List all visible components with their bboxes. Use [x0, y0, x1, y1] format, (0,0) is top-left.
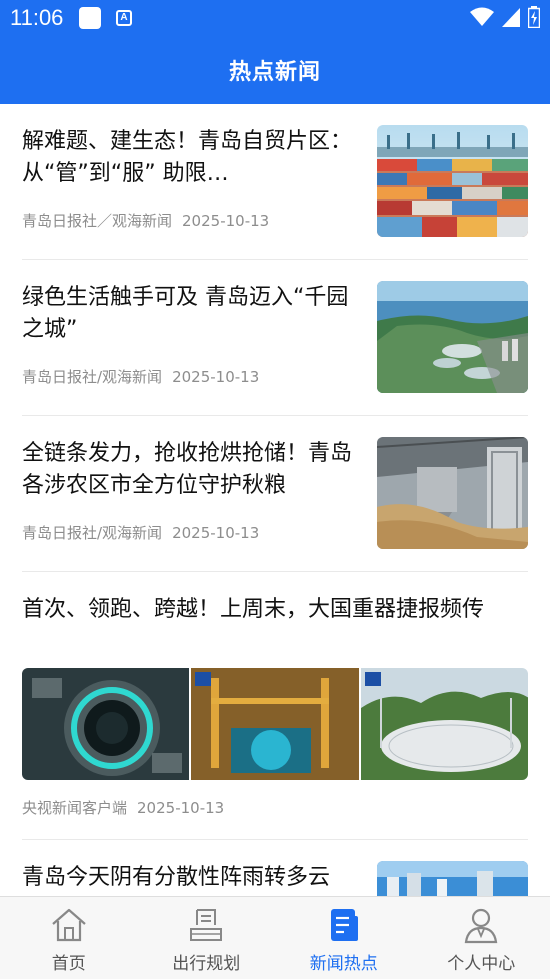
nav-label: 新闻热点: [309, 954, 378, 974]
news-title: 全链条发力，抢收抢烘抢储！青岛各涉农区市全方位守护秋粮: [22, 441, 353, 498]
home-icon: [49, 905, 89, 945]
news-item[interactable]: 青岛今天阴有分散性阵雨转多云: [22, 840, 528, 896]
news-source: 青岛日报社/观海新闻: [22, 368, 163, 386]
news-title: 首次、领跑、跨越！上周末，大国重器捷报频传: [22, 597, 485, 622]
news-title: 青岛今天阴有分散性阵雨转多云: [22, 865, 331, 890]
app-header: 热点新闻: [0, 36, 550, 104]
news-item[interactable]: 全链条发力，抢收抢烘抢储！青岛各涉农区市全方位守护秋粮 青岛日报社/观海新闻 20…: [22, 416, 528, 572]
news-date: 2025-10-13: [172, 368, 260, 386]
news-meta: 青岛日报社/观海新闻 2025-10-13: [22, 366, 259, 387]
user-icon: [461, 905, 501, 945]
news-thumbnail-coastal-park: [377, 281, 528, 393]
wifi-icon: [470, 7, 494, 26]
route-icon: [186, 905, 226, 945]
news-source: 青岛日报社／观海新闻: [22, 212, 173, 230]
nav-label: 个人中心: [447, 954, 516, 974]
battery-icon: [528, 6, 540, 28]
nav-label: 首页: [51, 954, 86, 974]
news-date: 2025-10-13: [172, 524, 260, 542]
status-time: 11:06: [10, 5, 64, 30]
news-title: 解难题、建生态！青岛自贸片区：从“管”到“服” 助限…: [22, 129, 353, 186]
bottom-nav: 首页 出行规划 新闻热点 个人中心: [0, 896, 550, 979]
news-image-reactor-core: [191, 668, 359, 780]
news-meta: 青岛日报社／观海新闻 2025-10-13: [22, 210, 269, 231]
news-feed[interactable]: 解难题、建生态！青岛自贸片区：从“管”到“服” 助限… 青岛日报社／观海新闻 20…: [0, 104, 550, 896]
notification-square-icon: [79, 7, 101, 29]
nav-item-home[interactable]: 首页: [0, 897, 138, 979]
signal-icon: [502, 8, 520, 27]
news-source: 青岛日报社/观海新闻: [22, 524, 163, 542]
news-thumbnail-container-port: [377, 125, 528, 237]
nav-item-profile[interactable]: 个人中心: [413, 897, 550, 979]
nav-label: 出行规划: [172, 954, 241, 974]
status-bar: 11:06 A: [0, 0, 550, 36]
app-notification-icon: A: [116, 10, 132, 26]
page-title: 热点新闻: [228, 60, 321, 85]
news-meta: 央视新闻客户端 2025-10-13: [22, 797, 224, 818]
news-image-reactor-ring: [22, 668, 190, 780]
news-title: 绿色生活触手可及 青岛迈入“千园之城”: [22, 285, 349, 342]
news-date: 2025-10-13: [182, 212, 270, 230]
news-thumbnail-city-skyline: [377, 861, 528, 896]
news-thumbnail-grain-dryer: [377, 437, 528, 549]
news-meta: 青岛日报社/观海新闻 2025-10-13: [22, 522, 259, 543]
nav-item-route[interactable]: 出行规划: [138, 897, 276, 979]
news-source: 央视新闻客户端: [22, 799, 128, 817]
news-item[interactable]: 绿色生活触手可及 青岛迈入“千园之城” 青岛日报社/观海新闻 2025-10-13: [22, 260, 528, 416]
news-item[interactable]: 解难题、建生态！青岛自贸片区：从“管”到“服” 助限… 青岛日报社／观海新闻 20…: [22, 104, 528, 260]
news-item[interactable]: 首次、领跑、跨越！上周末，大国重器捷报频传 央视新闻客户端 2025-10-13: [22, 572, 528, 840]
news-icon: [324, 905, 364, 945]
news-date: 2025-10-13: [137, 799, 225, 817]
news-image-radio-telescope: [360, 668, 528, 780]
news-image-gallery: [22, 668, 528, 780]
nav-item-news[interactable]: 新闻热点: [275, 897, 413, 979]
